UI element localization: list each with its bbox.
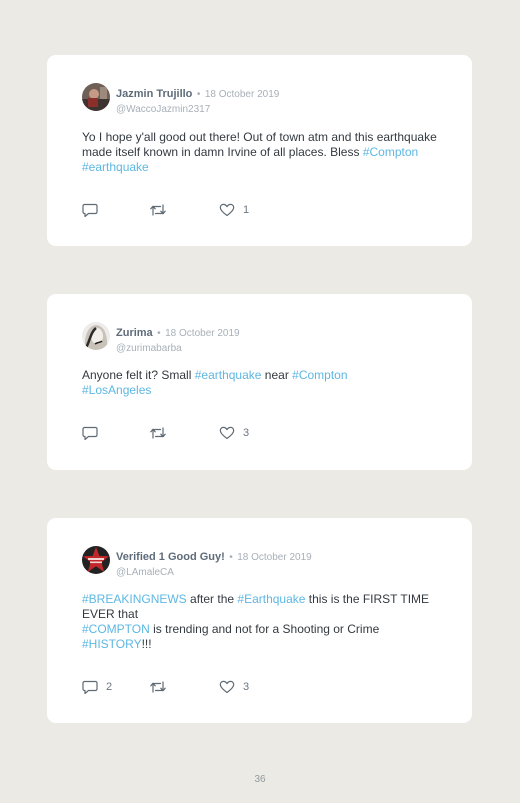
hashtag-link[interactable]: #Compton xyxy=(292,368,347,382)
like-button[interactable]: 1 xyxy=(219,202,249,218)
page-number: 36 xyxy=(254,774,266,785)
heart-icon xyxy=(219,203,235,217)
author-handle[interactable]: @zurimabarba xyxy=(116,343,240,354)
avatar[interactable] xyxy=(82,322,110,350)
avatar[interactable] xyxy=(82,83,110,111)
reply-button[interactable] xyxy=(82,425,106,441)
tweet-text: #BREAKINGNEWS after the #Earthquake this… xyxy=(82,592,447,652)
tweet-date: 18 October 2019 xyxy=(204,89,280,100)
comment-icon xyxy=(82,203,98,217)
text-segment: Anyone felt it? Small xyxy=(82,368,195,382)
hashtag-link[interactable]: #COMPTON xyxy=(82,622,150,636)
hashtag-link[interactable]: #Compton xyxy=(363,145,418,159)
heart-icon xyxy=(219,680,235,694)
tweet-date: 18 October 2019 xyxy=(165,328,240,339)
author-handle[interactable]: @WaccoJazmin2317 xyxy=(116,104,279,115)
text-segment: is trending and not for a Shooting or Cr… xyxy=(149,622,380,636)
hashtag-link[interactable]: #earthquake xyxy=(195,368,262,382)
reply-count: 2 xyxy=(106,681,113,693)
hashtag-link[interactable]: #LosAngeles xyxy=(82,383,151,397)
retweet-button[interactable] xyxy=(149,202,175,218)
hashtag-link[interactable]: #Earthquake xyxy=(237,592,305,606)
like-count: 3 xyxy=(243,427,250,439)
hashtag-link[interactable]: #earthquake xyxy=(82,160,149,174)
like-button[interactable]: 3 xyxy=(219,679,249,695)
tweet-card[interactable]: Jazmin Trujillo • 18 October 2019 @Wacco… xyxy=(47,55,472,246)
comment-icon xyxy=(82,426,98,440)
retweet-button[interactable] xyxy=(149,679,175,695)
separator-dot: • xyxy=(229,552,233,563)
tweet-card[interactable]: Verified 1 Good Guy! • 18 October 2019 @… xyxy=(47,518,472,723)
author-name[interactable]: Jazmin Trujillo xyxy=(116,88,192,100)
like-button[interactable]: 3 xyxy=(219,425,249,441)
retweet-button[interactable] xyxy=(149,425,175,441)
comment-icon xyxy=(82,680,98,694)
tweet-actions: 3 xyxy=(82,425,282,441)
retweet-icon xyxy=(150,427,166,439)
author-name[interactable]: Zurima xyxy=(116,327,153,339)
retweet-icon xyxy=(150,681,166,693)
tweet-card[interactable]: Zurima • 18 October 2019 @zurimabarba An… xyxy=(47,294,472,470)
separator-dot: • xyxy=(157,328,161,339)
heart-icon xyxy=(219,426,235,440)
hashtag-link[interactable]: #BREAKINGNEWS xyxy=(82,592,187,606)
text-segment: !!! xyxy=(141,637,152,651)
author-name[interactable]: Verified 1 Good Guy! xyxy=(116,551,225,563)
author-handle[interactable]: @LAmaleCA xyxy=(116,567,312,578)
retweet-icon xyxy=(150,204,166,216)
reply-button[interactable]: 2 xyxy=(82,679,112,695)
hashtag-link[interactable]: #HISTORY xyxy=(82,637,142,651)
avatar[interactable] xyxy=(82,546,110,574)
text-segment: after the xyxy=(186,592,238,606)
text-segment: near xyxy=(261,368,293,382)
reply-button[interactable] xyxy=(82,202,106,218)
tweet-text: Yo I hope y'all good out there! Out of t… xyxy=(82,130,447,175)
like-count: 1 xyxy=(243,204,250,216)
tweet-date: 18 October 2019 xyxy=(237,552,312,563)
tweet-actions: 1 xyxy=(82,202,282,218)
tweet-actions: 2 3 xyxy=(82,679,282,695)
like-count: 3 xyxy=(243,681,250,693)
tweet-text: Anyone felt it? Small #earthquake near #… xyxy=(82,368,447,398)
separator-dot: • xyxy=(196,89,201,100)
